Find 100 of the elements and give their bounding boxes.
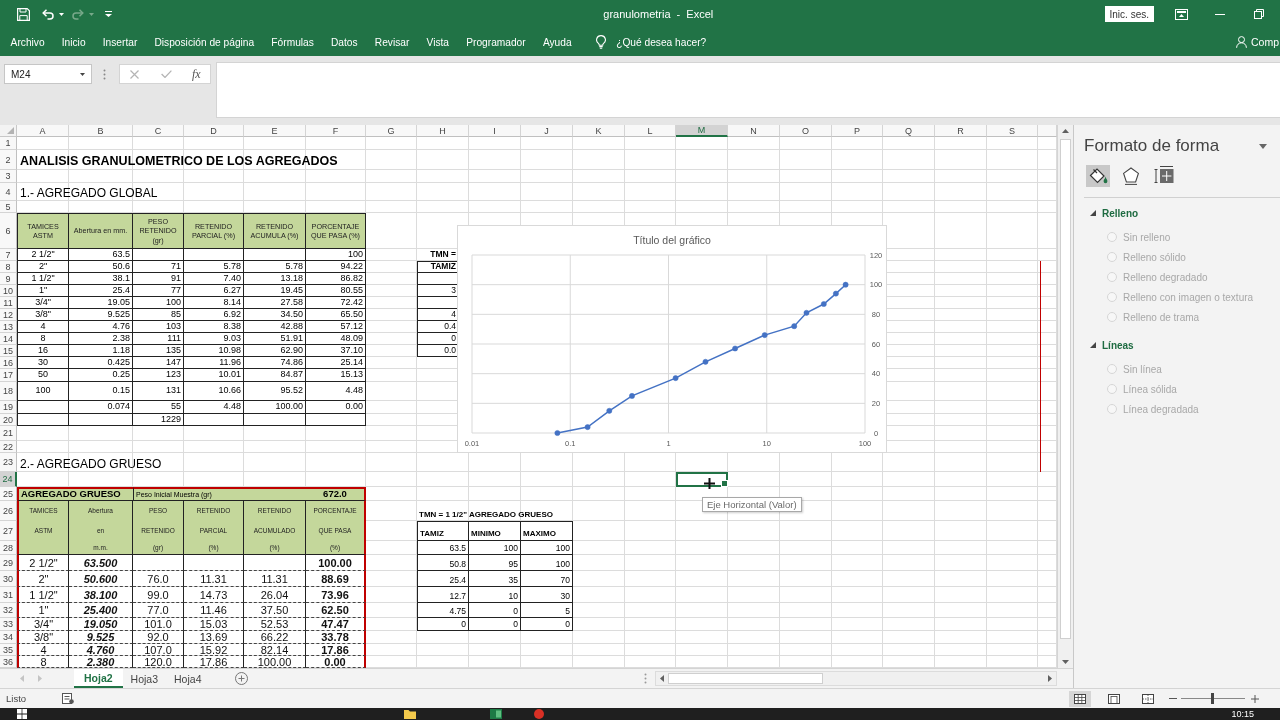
window-title: granulometria - Excel [603, 8, 714, 20]
table-cell: 6.92 [184, 309, 244, 321]
taskbar-clock: 10:15 [1231, 708, 1254, 720]
table-cell: 107.0 [133, 644, 184, 656]
panel-title: Formato de forma [1084, 136, 1220, 156]
table-cell: 50.8 [417, 555, 469, 571]
chart-title: Título del gráfico [633, 233, 711, 248]
section-heading: 1.- AGREGADO GLOBAL [19, 184, 159, 201]
table-cell: 8 [17, 333, 69, 345]
table-cell: 50.6 [69, 261, 133, 273]
table-cell: 42.88 [244, 321, 306, 333]
table-cell: 17.86 [306, 644, 366, 656]
table-cell: 16 [17, 345, 69, 357]
table-cell: 37.50 [244, 603, 306, 618]
table-cell: 15.92 [184, 644, 244, 656]
table-header-cell: MINIMO [469, 521, 521, 541]
table-cell: 70 [521, 571, 573, 587]
table-cell: 1" [17, 603, 69, 618]
table-cell: 13.18 [244, 273, 306, 285]
table-cell: 4 [17, 321, 69, 333]
table-cell: 5.78 [184, 261, 244, 273]
table-cell: 2" [17, 571, 69, 587]
table-cell: 131 [133, 382, 184, 401]
table-cell: 100 [469, 541, 521, 555]
table-cell: 1" [17, 285, 69, 297]
table-cell: 19.050 [69, 618, 133, 631]
table-cell: 26.04 [244, 587, 306, 603]
table-cell: 2 1/2" [17, 249, 69, 261]
table-cell: 47.47 [306, 618, 366, 631]
table-cell: 82.14 [244, 644, 306, 656]
table-cell: 100.00 [306, 555, 366, 571]
table-cell: 30 [521, 587, 573, 603]
table-cell: 27.58 [244, 297, 306, 309]
status-text: Listo [6, 693, 27, 704]
table-cell: 672.0 [306, 487, 366, 501]
table-cell: 76.0 [133, 571, 184, 587]
table-cell: 3/4" [17, 297, 69, 309]
table-cell: 4.48 [306, 382, 366, 401]
table-cell: 101.0 [133, 618, 184, 631]
table-cell: 51.91 [244, 333, 306, 345]
table-cell: 72.42 [306, 297, 366, 309]
table-cell: 100 [306, 249, 366, 261]
table-cell: 0 [521, 618, 573, 631]
table-cell: 14.73 [184, 587, 244, 603]
table-caption: TMN = 1 1/2" AGREGADO GRUESO [418, 509, 554, 521]
table-cell: 12.7 [417, 587, 469, 603]
table-cell: 6.27 [184, 285, 244, 297]
table-cell: 95.52 [244, 382, 306, 401]
table-header-cell: TAMIZ [417, 521, 469, 541]
table-cell: 25.4 [417, 571, 469, 587]
table-cell: 19.05 [69, 297, 133, 309]
table-cell: 9.03 [184, 333, 244, 345]
table-cell: 103 [133, 321, 184, 333]
table-cell: 2.38 [69, 333, 133, 345]
table-cell: 95 [469, 555, 521, 571]
table-cell: 66.22 [244, 631, 306, 644]
table-cell: 10.66 [184, 382, 244, 401]
table-cell: 30 [17, 357, 69, 369]
table-cell: 86.82 [306, 273, 366, 285]
table-cell: 1229 [133, 414, 184, 426]
table-cell: 10.01 [184, 369, 244, 382]
table-cell: 5.78 [244, 261, 306, 273]
table-cell: 100 [521, 555, 573, 571]
table-cell: 4.75 [417, 603, 469, 618]
table-cell: 15.13 [306, 369, 366, 382]
table-cell: 63.5 [417, 541, 469, 555]
table-cell: 84.87 [244, 369, 306, 382]
table-cell: 73.96 [306, 587, 366, 603]
table-cell: 33.78 [306, 631, 366, 644]
table-cell: 15.03 [184, 618, 244, 631]
table-cell: 11.46 [184, 603, 244, 618]
table-cell: 94.22 [306, 261, 366, 273]
table-cell: 0.074 [69, 401, 133, 414]
table-cell: 1 1/2" [17, 273, 69, 285]
table-cell: 3/8" [17, 631, 69, 644]
table-cell: 11.96 [184, 357, 244, 369]
table-cell: 135 [133, 345, 184, 357]
table-cell: 1 1/2" [17, 587, 69, 603]
table-cell: 34.50 [244, 309, 306, 321]
table-cell: 62.90 [244, 345, 306, 357]
table-cell: 100 [17, 382, 69, 401]
table-cell: 4.76 [69, 321, 133, 333]
table-cell: 123 [133, 369, 184, 382]
table-cell: 77.0 [133, 603, 184, 618]
table-cell: 8.38 [184, 321, 244, 333]
table-cell: 55 [133, 401, 184, 414]
table-cell: 4.760 [69, 644, 133, 656]
table-cell: 91 [133, 273, 184, 285]
table-cell: 57.12 [306, 321, 366, 333]
table-cell: 2" [17, 261, 69, 273]
table-cell: 100 [521, 541, 573, 555]
table-cell: 25.400 [69, 603, 133, 618]
table-cell: 5 [521, 603, 573, 618]
table-cell: 85 [133, 309, 184, 321]
table-cell: 13.69 [184, 631, 244, 644]
table-cell: 92.0 [133, 631, 184, 644]
tooltip: Eje Horizontal (Valor) [702, 497, 802, 512]
table-cell: 25.14 [306, 357, 366, 369]
table-cell: 0.00 [306, 401, 366, 414]
table-cell: 71 [133, 261, 184, 273]
